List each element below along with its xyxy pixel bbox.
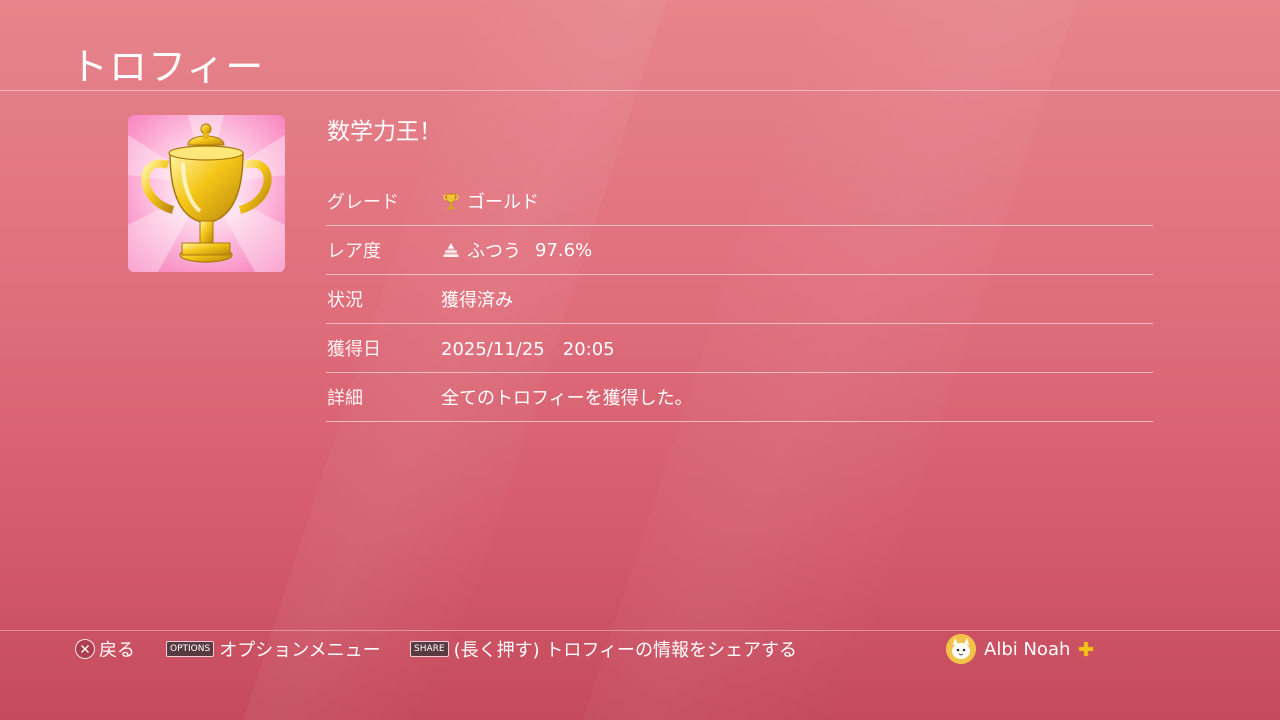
footer-divider (0, 630, 1280, 631)
detail-row-status: 状況 獲得済み (326, 275, 1153, 324)
detail-label: レア度 (327, 241, 381, 262)
options-hint[interactable]: OPTIONS オプションメニュー (166, 636, 381, 662)
detail-value: ふつう 97.6% (441, 237, 592, 263)
footer-hints: 戻る OPTIONS オプションメニュー SHARE (長く押す) トロフィーの… (0, 634, 1280, 664)
cross-button-icon (75, 639, 95, 659)
earned-date-value: 2025/11/25 20:05 (441, 339, 615, 360)
trophy-details-list: グレード ゴールド レア度 ふつう 97.6% 状況 獲得済み 獲得日 2025… (326, 177, 1153, 422)
user-name: Albi Noah (984, 638, 1071, 660)
avatar (946, 634, 976, 664)
share-label: (長く押す) トロフィーの情報をシェアする (453, 640, 797, 661)
detail-label: 詳細 (327, 388, 363, 409)
rarity-percent: 97.6% (535, 239, 593, 261)
detail-row-description: 詳細 全てのトロフィーを獲得した。 (326, 373, 1153, 422)
rarity-pyramid-icon (443, 243, 459, 257)
gold-cup-icon (128, 115, 285, 272)
detail-label: 状況 (327, 290, 363, 311)
options-key-icon: OPTIONS (166, 641, 215, 657)
trophy-name: 数学力王！ (327, 119, 442, 145)
description-value: 全てのトロフィーを獲得した。 (441, 388, 693, 409)
trophy-image (128, 115, 285, 272)
share-hint[interactable]: SHARE (長く押す) トロフィーの情報をシェアする (410, 636, 797, 662)
share-key-icon: SHARE (410, 641, 449, 657)
page-title: トロフィー (70, 45, 265, 89)
detail-row-rarity: レア度 ふつう 97.6% (326, 226, 1153, 275)
options-label: オプションメニュー (219, 640, 381, 661)
detail-row-earned-date: 獲得日 2025/11/25 20:05 (326, 324, 1153, 373)
rarity-value: ふつう (467, 241, 521, 262)
status-value: 獲得済み (441, 290, 513, 311)
grade-value: ゴールド (467, 192, 539, 213)
trophy-gold-icon (443, 193, 459, 210)
header-divider (0, 90, 1280, 91)
back-hint[interactable]: 戻る (75, 636, 135, 662)
ps-plus-icon (1079, 641, 1094, 657)
detail-label: 獲得日 (327, 339, 381, 360)
user-profile[interactable]: Albi Noah (946, 634, 1094, 664)
back-label: 戻る (99, 640, 135, 661)
detail-row-grade: グレード ゴールド (326, 177, 1153, 226)
detail-label: グレード (327, 192, 399, 213)
detail-value: ゴールド (441, 188, 539, 214)
